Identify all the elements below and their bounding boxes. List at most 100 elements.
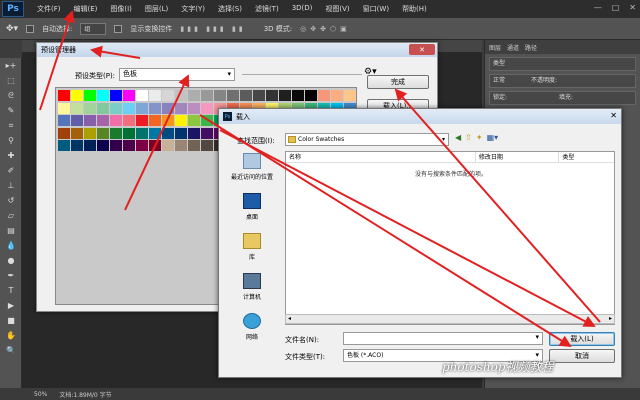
- menu-item-10[interactable]: 帮助(H): [402, 4, 427, 14]
- blend-mode-select[interactable]: 正常 不透明度:: [489, 74, 636, 88]
- color-swatch[interactable]: [318, 90, 330, 101]
- color-swatch[interactable]: [58, 90, 70, 101]
- maximize-button[interactable]: □: [612, 3, 620, 12]
- color-swatch[interactable]: [110, 102, 122, 114]
- color-swatch[interactable]: [123, 90, 135, 101]
- place-computer[interactable]: 计算机: [223, 273, 281, 301]
- color-swatch[interactable]: [58, 102, 70, 114]
- color-swatch[interactable]: [201, 127, 213, 139]
- color-swatch[interactable]: [84, 140, 96, 151]
- menu-item-0[interactable]: 文件(F): [37, 4, 61, 14]
- look-in-dropdown[interactable]: Color Swatches ▾: [285, 133, 449, 146]
- color-swatch[interactable]: [188, 102, 200, 114]
- color-swatch[interactable]: [162, 102, 174, 114]
- eraser-tool-icon[interactable]: ▱: [0, 208, 22, 223]
- auto-select-checkbox[interactable]: [26, 24, 35, 33]
- color-swatch[interactable]: [97, 90, 109, 101]
- color-swatch[interactable]: [344, 90, 356, 101]
- color-swatch[interactable]: [71, 115, 83, 126]
- color-swatch[interactable]: [227, 90, 239, 101]
- color-swatch[interactable]: [97, 115, 109, 126]
- color-swatch[interactable]: [123, 102, 135, 114]
- color-swatch[interactable]: [84, 127, 96, 139]
- column-name[interactable]: 名称: [286, 152, 475, 162]
- color-swatch[interactable]: [305, 90, 317, 101]
- color-swatch[interactable]: [71, 102, 83, 114]
- color-swatch[interactable]: [201, 115, 213, 126]
- color-swatch[interactable]: [97, 140, 109, 151]
- menu-item-5[interactable]: 选择(S): [218, 4, 242, 14]
- color-swatch[interactable]: [84, 90, 96, 101]
- color-swatch[interactable]: [188, 90, 200, 101]
- file-list[interactable]: 名称 修改日期 类型 没有与搜索条件匹配的项。: [285, 151, 615, 325]
- menu-item-3[interactable]: 图层(L): [145, 4, 168, 14]
- color-swatch[interactable]: [162, 127, 174, 139]
- menu-item-8[interactable]: 视图(V): [325, 4, 349, 14]
- color-swatch[interactable]: [214, 90, 226, 101]
- tab-channels[interactable]: 通道: [507, 43, 519, 52]
- filename-input[interactable]: ▾: [343, 332, 543, 345]
- place-library[interactable]: 库: [223, 233, 281, 261]
- lasso-tool-icon[interactable]: ᘓ: [0, 88, 22, 103]
- lock-row[interactable]: 锁定: 填充:: [489, 91, 636, 105]
- color-swatch[interactable]: [149, 102, 161, 114]
- healing-tool-icon[interactable]: ✚: [0, 148, 22, 163]
- color-swatch[interactable]: [149, 115, 161, 126]
- zoom-tool-icon[interactable]: 🔍: [0, 343, 22, 358]
- move-tool-icon[interactable]: ✥▾: [6, 24, 18, 34]
- color-swatch[interactable]: [84, 115, 96, 126]
- layer-filter-kind[interactable]: 类型: [489, 57, 636, 71]
- color-swatch[interactable]: [253, 90, 265, 101]
- place-network[interactable]: 网络: [223, 313, 281, 341]
- color-swatch[interactable]: [175, 102, 187, 114]
- color-swatch[interactable]: [110, 140, 122, 151]
- path-select-tool-icon[interactable]: ▶: [0, 298, 22, 313]
- tab-paths[interactable]: 路径: [525, 43, 537, 52]
- color-swatch[interactable]: [110, 115, 122, 126]
- view-menu-icon[interactable]: ▦▾: [487, 133, 499, 142]
- close-icon[interactable]: ✕: [610, 111, 617, 120]
- align-icons[interactable]: ▮▮▮ ▮▮▮ ▮▮: [180, 25, 245, 33]
- color-swatch[interactable]: [136, 102, 148, 114]
- color-swatch[interactable]: [162, 90, 174, 101]
- color-swatch[interactable]: [110, 127, 122, 139]
- done-button[interactable]: 完成: [367, 75, 429, 89]
- menu-item-7[interactable]: 3D(D): [292, 4, 313, 14]
- column-type[interactable]: 类型: [558, 152, 614, 162]
- color-swatch[interactable]: [110, 90, 122, 101]
- load-confirm-button[interactable]: 载入(L): [549, 332, 615, 346]
- color-swatch[interactable]: [201, 102, 213, 114]
- color-swatch[interactable]: [175, 140, 187, 151]
- horizontal-scrollbar[interactable]: ◂ ▸: [285, 314, 615, 324]
- color-swatch[interactable]: [188, 127, 200, 139]
- color-swatch[interactable]: [97, 127, 109, 139]
- color-swatch[interactable]: [136, 115, 148, 126]
- color-swatch[interactable]: [123, 115, 135, 126]
- color-swatch[interactable]: [58, 115, 70, 126]
- close-app-button[interactable]: ✕: [629, 3, 636, 12]
- column-date[interactable]: 修改日期: [474, 152, 559, 162]
- quick-select-tool-icon[interactable]: ✎: [0, 103, 22, 118]
- color-swatch[interactable]: [188, 115, 200, 126]
- dodge-tool-icon[interactable]: ●: [0, 253, 22, 268]
- move-tool-icon[interactable]: ▸+: [0, 58, 22, 73]
- color-swatch[interactable]: [123, 127, 135, 139]
- color-swatch[interactable]: [292, 90, 304, 101]
- color-swatch[interactable]: [266, 90, 278, 101]
- color-swatch[interactable]: [279, 90, 291, 101]
- color-swatch[interactable]: [71, 140, 83, 151]
- color-swatch[interactable]: [175, 90, 187, 101]
- auto-select-dropdown[interactable]: 组: [80, 22, 107, 35]
- place-recent[interactable]: 最近访问的位置: [223, 153, 281, 181]
- up-folder-icon[interactable]: ⇧: [465, 133, 472, 142]
- color-swatch[interactable]: [97, 102, 109, 114]
- marquee-tool-icon[interactable]: ⬚: [0, 73, 22, 88]
- color-swatch[interactable]: [162, 115, 174, 126]
- menu-item-2[interactable]: 图像(I): [110, 4, 132, 14]
- blur-tool-icon[interactable]: 💧: [0, 238, 22, 253]
- color-swatch[interactable]: [71, 127, 83, 139]
- pen-tool-icon[interactable]: ✒: [0, 268, 22, 283]
- menu-item-4[interactable]: 文字(Y): [181, 4, 205, 14]
- color-swatch[interactable]: [58, 127, 70, 139]
- close-icon[interactable]: ✕: [409, 44, 435, 55]
